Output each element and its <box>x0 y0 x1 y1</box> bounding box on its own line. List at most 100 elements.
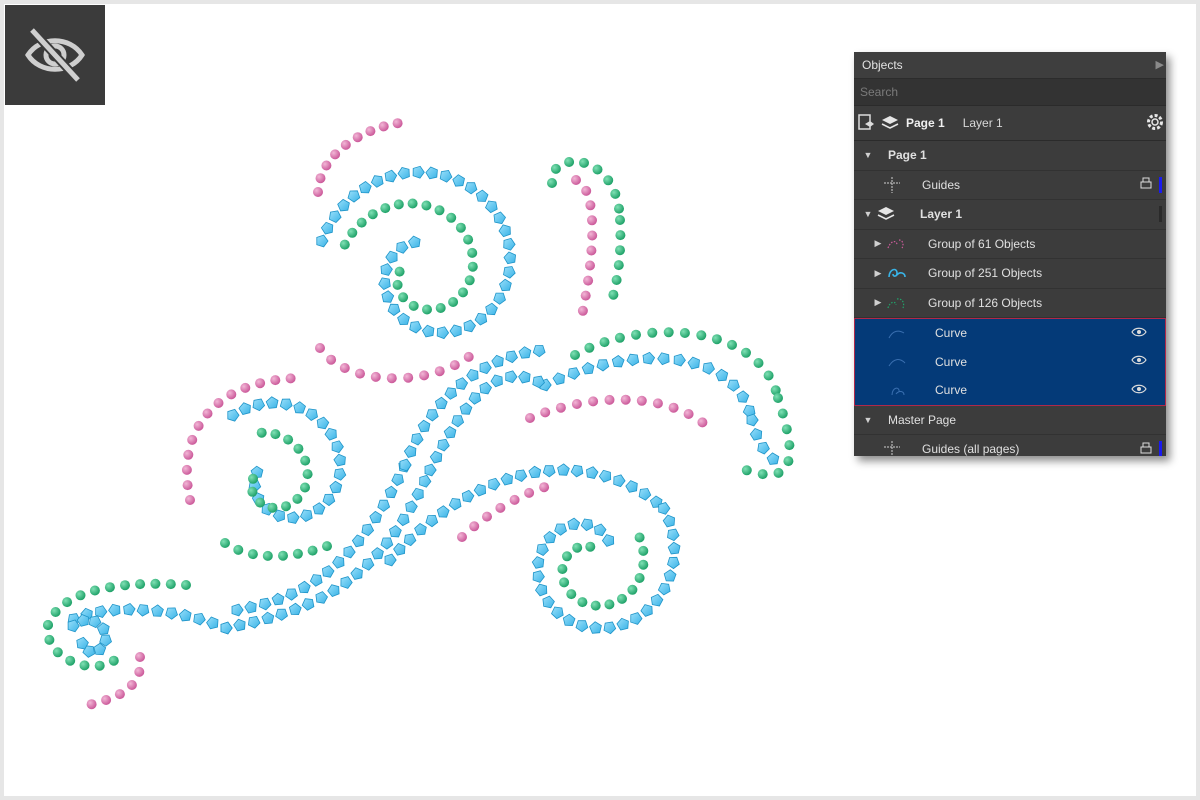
blue-rhinestone <box>233 618 246 632</box>
print-icon[interactable] <box>1139 176 1153 193</box>
curve-thumbnail-icon <box>885 323 909 343</box>
green-rhinestone <box>613 260 624 271</box>
blue-rhinestone <box>485 302 498 316</box>
visibility-eye-icon[interactable] <box>1131 354 1147 369</box>
green-rhinestone <box>256 427 267 438</box>
blue-rhinestone <box>108 603 121 617</box>
green-rhinestone <box>773 467 784 478</box>
expand-triangle-icon[interactable]: ▶ <box>872 238 884 249</box>
blue-rhinestone <box>514 469 528 482</box>
pink-rhinestone <box>86 699 97 710</box>
tree-row-master-page[interactable]: ▼ Master Page <box>854 406 1166 435</box>
blue-rhinestone <box>397 312 410 326</box>
blue-rhinestone <box>331 440 344 454</box>
page-options-icon[interactable] <box>854 111 878 135</box>
search-input[interactable]: Search <box>854 79 1166 106</box>
green-rhinestone <box>634 573 645 583</box>
current-layer-label[interactable]: Layer 1 <box>963 116 1003 130</box>
blue-rhinestone <box>300 509 313 522</box>
pink-rhinestone <box>326 354 337 365</box>
blue-rhinestone <box>320 221 334 235</box>
blue-rhinestone <box>532 570 545 583</box>
group-thumbnail-icon <box>884 293 908 313</box>
blue-rhinestone <box>687 356 700 370</box>
blue-rhinestone <box>749 428 763 441</box>
green-rhinestone <box>783 456 794 467</box>
blue-rhinestone <box>491 354 504 368</box>
visibility-eye-icon[interactable] <box>1131 326 1147 341</box>
pink-rhinestone <box>270 375 281 386</box>
blue-rhinestone <box>464 182 478 195</box>
blue-rhinestone <box>265 396 279 409</box>
pink-rhinestone <box>321 160 332 171</box>
tree-row-group[interactable]: ▶ Group of 61 Objects <box>854 230 1166 259</box>
green-rhinestone <box>434 205 445 216</box>
print-icon[interactable] <box>1139 441 1153 456</box>
hide-visibility-badge <box>5 5 105 105</box>
tree-row-guides[interactable]: Guides <box>854 171 1166 200</box>
blue-rhinestone <box>315 591 328 604</box>
blue-rhinestone <box>658 502 671 515</box>
gear-icon[interactable] <box>1144 111 1166 136</box>
tree-row-master-guides[interactable]: Guides (all pages) <box>854 435 1166 456</box>
pink-rhinestone <box>330 149 341 160</box>
tree-row-curve[interactable]: Curve <box>855 376 1165 405</box>
pink-rhinestone <box>583 275 594 286</box>
green-rhinestone <box>611 275 622 285</box>
tree-row-curve[interactable]: Curve <box>855 348 1165 377</box>
green-rhinestone <box>458 287 468 298</box>
expand-triangle-icon[interactable]: ▶ <box>872 268 884 279</box>
blue-rhinestone <box>531 556 545 569</box>
blue-rhinestone <box>285 588 298 601</box>
green-rhinestone <box>572 542 583 553</box>
blue-rhinestone <box>580 518 594 532</box>
blue-rhinestone <box>206 616 219 630</box>
layers-icon[interactable] <box>878 111 902 135</box>
current-page-label[interactable]: Page 1 <box>906 116 945 130</box>
tree-row-group[interactable]: ▶ Group of 126 Objects <box>854 289 1166 318</box>
blue-rhinestone <box>193 612 206 626</box>
blue-rhinestone <box>377 499 391 512</box>
blue-rhinestone <box>396 241 409 254</box>
green-rhinestone <box>50 607 61 617</box>
curve-label: Curve <box>935 354 968 369</box>
blue-rhinestone <box>220 621 233 635</box>
green-rhinestone <box>577 597 588 608</box>
green-rhinestone <box>557 564 568 574</box>
pink-rhinestone <box>587 215 597 226</box>
blue-rhinestone <box>542 595 555 609</box>
blue-rhinestone <box>499 278 512 292</box>
collapse-arrow-icon[interactable]: ▶ <box>1156 52 1164 78</box>
pink-rhinestone <box>181 464 192 475</box>
pink-rhinestone <box>585 200 596 211</box>
blue-rhinestone <box>601 534 615 547</box>
expand-triangle-icon[interactable]: ▼ <box>862 150 874 160</box>
layer-color-swatch[interactable] <box>1159 206 1162 223</box>
green-rhinestone <box>262 550 273 561</box>
green-rhinestone <box>422 304 432 315</box>
green-rhinestone <box>302 469 313 480</box>
blue-rhinestone <box>575 620 589 633</box>
tree-row-curve[interactable]: Curve <box>855 319 1165 348</box>
blue-rhinestone <box>461 489 475 503</box>
blue-rhinestone <box>252 398 266 412</box>
visibility-eye-icon[interactable] <box>1131 383 1147 398</box>
expand-triangle-icon[interactable]: ▼ <box>862 209 874 219</box>
layer-color-swatch[interactable] <box>1159 176 1162 193</box>
blue-rhinestone <box>503 237 516 251</box>
pink-rhinestone <box>226 389 237 400</box>
expand-triangle-icon[interactable]: ▶ <box>872 297 884 308</box>
pink-rhinestone <box>668 402 679 413</box>
pink-rhinestone <box>403 372 414 383</box>
tree-row-layer[interactable]: ▼ Layer 1 <box>854 200 1166 230</box>
pink-rhinestone <box>370 371 381 382</box>
tree-row-group[interactable]: ▶ Group of 251 Objects <box>854 259 1166 289</box>
blue-rhinestone <box>528 465 542 479</box>
blue-rhinestone <box>498 224 511 238</box>
green-rhinestone <box>292 493 303 504</box>
layer-color-swatch[interactable] <box>1159 441 1162 456</box>
pink-rhinestone <box>587 230 598 241</box>
group-label: Group of 251 Objects <box>928 266 1043 281</box>
expand-triangle-icon[interactable]: ▼ <box>862 415 874 425</box>
tree-row-page[interactable]: ▼ Page 1 <box>854 141 1166 171</box>
